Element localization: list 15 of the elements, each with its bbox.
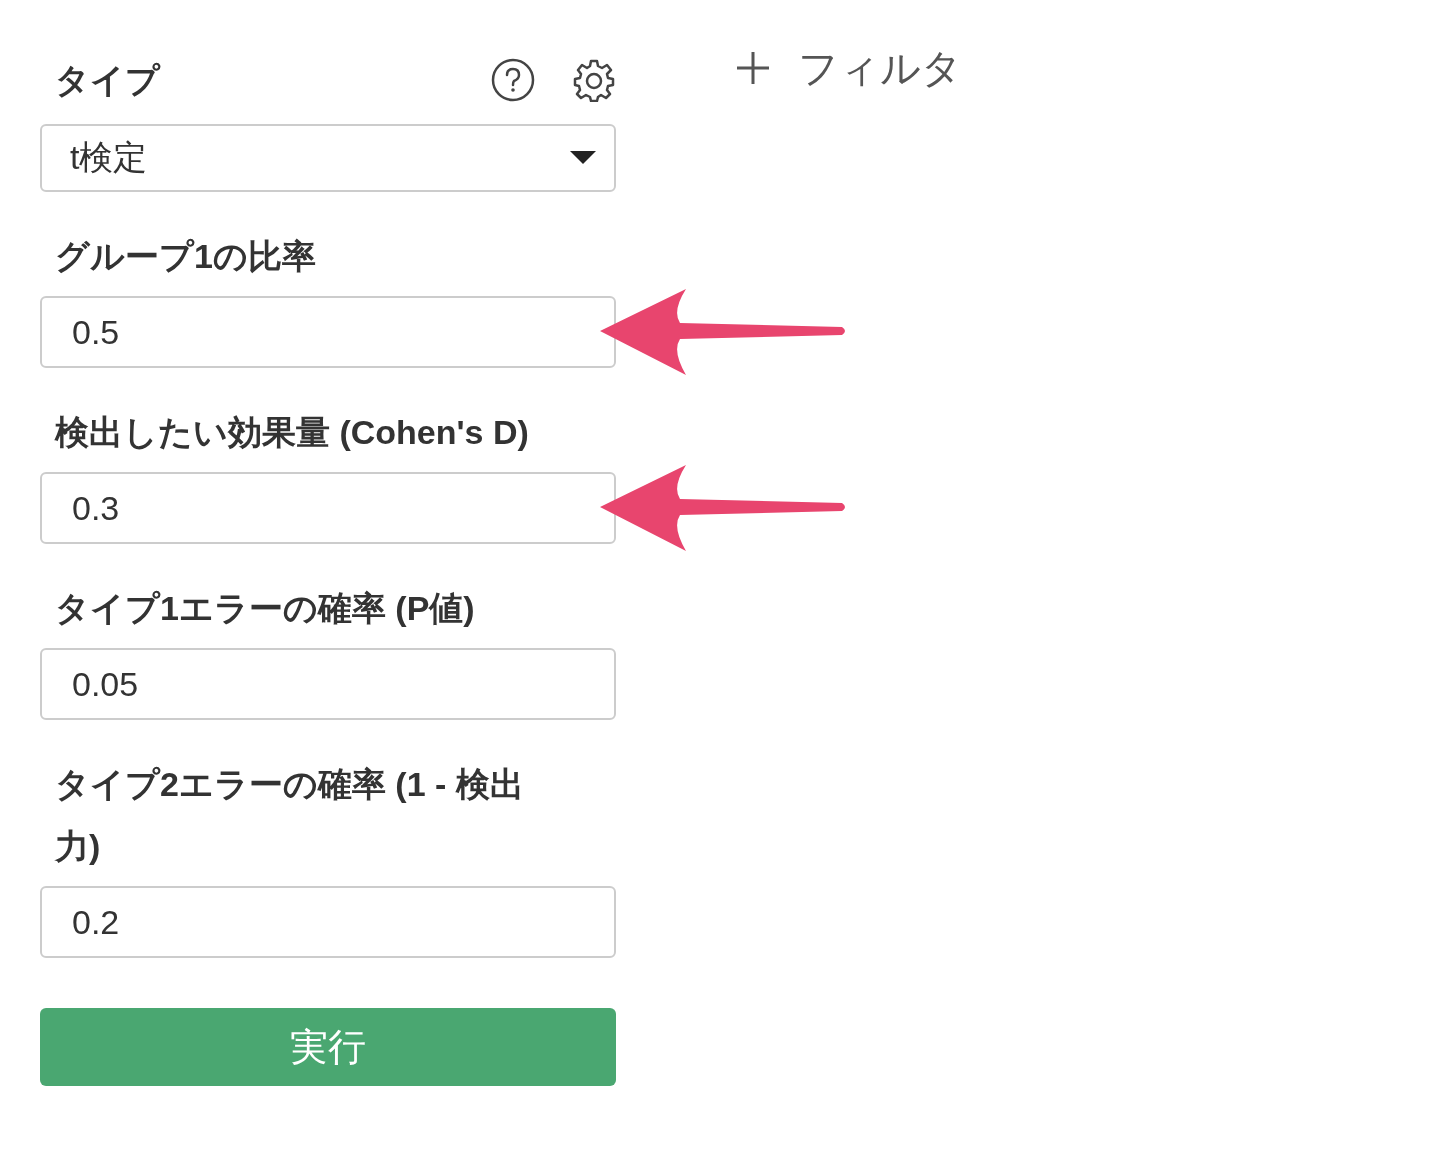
type-dropdown[interactable]: t検定 [40, 124, 616, 192]
field-label: タイプ1エラーの確率 (P値) [55, 588, 476, 629]
settings-icon[interactable] [572, 58, 616, 102]
input-field[interactable]: 0.5 [40, 296, 616, 368]
field-label: タイプ2エラーの確率 (1 - 検出力) [55, 764, 525, 867]
input-field[interactable]: 0.05 [40, 648, 616, 720]
help-icon[interactable] [491, 58, 535, 102]
input-field[interactable]: 0.2 [40, 886, 616, 958]
field-label: タイプ [55, 60, 160, 101]
field-label: グループ1の比率 [55, 236, 317, 277]
caret-icon [570, 151, 596, 165]
plus-icon [736, 51, 770, 85]
input-field[interactable]: 0.3 [40, 472, 616, 544]
field-label: 検出したい効果量 (Cohen's D) [55, 412, 530, 453]
filter-button[interactable]: フィルタ [736, 48, 962, 88]
